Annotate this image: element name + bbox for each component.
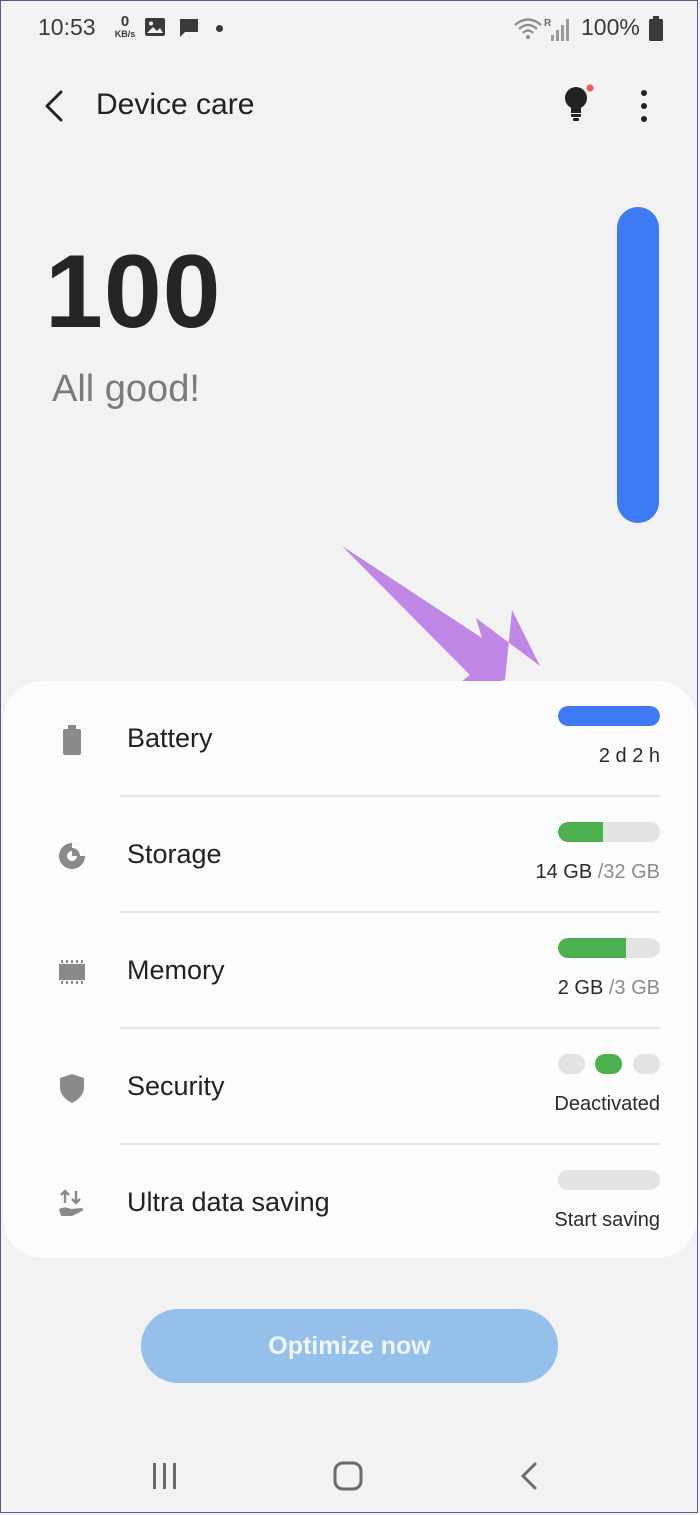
- storage-total: /32 GB: [597, 861, 660, 883]
- data-saving-level-bar: [558, 1170, 660, 1190]
- wifi-icon: [514, 18, 542, 39]
- storage-label: Storage: [127, 839, 222, 869]
- data-saving-icon: [59, 1189, 84, 1216]
- security-status-pills: [558, 1054, 660, 1074]
- notification-dot: [216, 25, 223, 32]
- list-item-security[interactable]: Security Deactivated: [3, 1029, 697, 1145]
- storage-level-bar: [558, 822, 660, 842]
- ultra-data-saving-value: Start saving: [554, 1209, 660, 1232]
- memory-level-fill: [558, 938, 626, 958]
- security-status-text: Deactivated: [554, 1093, 660, 1115]
- page-title: Device care: [96, 88, 255, 121]
- battery-percent: 100%: [581, 14, 640, 40]
- shield-icon: [60, 1074, 84, 1103]
- list-item-storage[interactable]: Storage 14 GB /32 GB: [3, 797, 697, 913]
- battery-icon: [649, 16, 663, 41]
- app-header: Device care: [0, 70, 700, 140]
- list-item-memory[interactable]: Memory 2 GB /3 GB: [3, 913, 697, 1029]
- ultra-data-saving-status: Start saving: [554, 1209, 660, 1231]
- network-speed-value: 0: [120, 13, 130, 30]
- signal-roaming-icon: R: [544, 18, 569, 41]
- system-nav-bar: [0, 1440, 700, 1515]
- optimize-now-button[interactable]: Optimize now: [141, 1309, 558, 1383]
- nav-back-icon[interactable]: [516, 1460, 542, 1492]
- ultra-data-saving-label: Ultra data saving: [127, 1187, 330, 1217]
- score-level-bar: [617, 207, 659, 523]
- battery-icon: [63, 725, 81, 755]
- list-item-ultra-data-saving[interactable]: Ultra data saving Start saving: [3, 1145, 697, 1261]
- device-care-card: Battery 2 d 2 h Storage 14 GB /32 GB Mem…: [3, 681, 697, 1258]
- recents-icon[interactable]: [150, 1460, 180, 1492]
- storage-used: 14 GB: [535, 861, 593, 883]
- security-pill: [558, 1054, 585, 1074]
- memory-total: /3 GB: [608, 977, 660, 999]
- battery-label: Battery: [127, 723, 213, 753]
- security-value: Deactivated: [554, 1093, 660, 1116]
- memory-level-bar: [558, 938, 660, 958]
- storage-pie-icon: [59, 843, 85, 869]
- message-icon: [180, 19, 198, 37]
- network-speed: 0 KB/s: [112, 14, 138, 39]
- battery-level-fill: [558, 706, 660, 726]
- score-message: All good!: [52, 368, 200, 410]
- security-label: Security: [127, 1071, 225, 1101]
- battery-value: 2 d 2 h: [599, 745, 660, 768]
- status-bar: 10:53 0 KB/s R 100%: [0, 0, 700, 60]
- memory-chip-icon: [59, 960, 85, 984]
- memory-label: Memory: [127, 955, 225, 985]
- status-time: 10:53: [38, 14, 96, 40]
- back-arrow-icon[interactable]: [36, 86, 76, 126]
- memory-used: 2 GB: [557, 977, 604, 999]
- battery-level-bar: [558, 706, 660, 726]
- storage-value: 14 GB /32 GB: [535, 861, 660, 884]
- list-item-battery[interactable]: Battery 2 d 2 h: [3, 681, 697, 797]
- image-icon: [145, 18, 165, 36]
- network-speed-unit: KB/s: [114, 29, 136, 39]
- device-score: 100: [45, 234, 222, 350]
- home-icon[interactable]: [332, 1460, 364, 1492]
- more-vertical-icon[interactable]: [632, 86, 656, 126]
- memory-value: 2 GB /3 GB: [558, 977, 660, 1000]
- lightbulb-icon[interactable]: [562, 84, 594, 124]
- security-pill: [633, 1054, 660, 1074]
- storage-level-fill: [558, 822, 603, 842]
- battery-value-text: 2 d 2 h: [598, 745, 660, 767]
- svg-text:R: R: [544, 18, 552, 29]
- security-pill: [595, 1054, 622, 1074]
